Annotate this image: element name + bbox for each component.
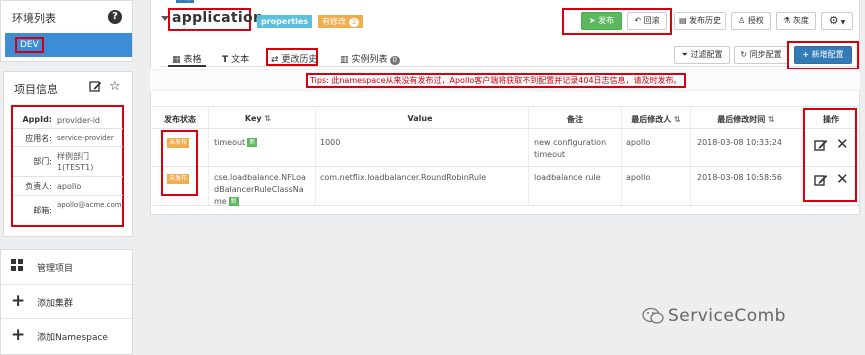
grid-icon	[11, 259, 24, 275]
history-icon: ▤	[678, 16, 687, 25]
gear-icon: ⚙	[828, 14, 839, 27]
add-namespace-item[interactable]: + 添加Namespace	[1, 318, 132, 352]
unpublished-badge: 未发布	[167, 174, 190, 184]
row-comment: loadbalance rule	[534, 173, 601, 182]
edit-icon[interactable]	[814, 173, 828, 190]
filter-config-button[interactable]: ⏷ 过滤配置	[674, 46, 730, 64]
swap-icon: ⇄	[271, 55, 279, 65]
delete-icon[interactable]: ✕	[836, 137, 849, 152]
side-menu-panel: 管理项目 + 添加集群 + 添加Namespace	[0, 249, 133, 355]
wechat-logo-icon	[642, 307, 664, 330]
owner-value: apollo	[57, 182, 82, 191]
env-list-title: 环境列表	[12, 12, 56, 25]
tab-instances[interactable]: ▥ 实例列表 0	[340, 52, 400, 65]
modified-badge-label: 有修改	[322, 17, 346, 26]
env-item-dev-label[interactable]: DEV	[15, 37, 44, 53]
app-name-value: service-provider	[57, 134, 114, 142]
th-key[interactable]: Key ⇅	[208, 114, 308, 123]
server-icon: ▥	[340, 55, 349, 65]
table-icon: ▦	[172, 55, 181, 65]
project-info-title: 项目信息	[14, 83, 58, 96]
row-key: cse.loadbalance.NFLoadBalancerRuleClassN…	[214, 173, 306, 206]
plus-icon: +	[802, 50, 810, 59]
row-value: 1000	[320, 138, 341, 147]
text-icon: T	[222, 55, 229, 65]
namespace-top-tag: 私有	[176, 0, 195, 3]
row-time: 2018-03-08 10:58:56	[697, 173, 782, 182]
namespace-title: application	[172, 10, 264, 26]
new-badge: 新	[228, 197, 239, 206]
th-modified-time[interactable]: 最后修改时间 ⇅	[692, 114, 800, 125]
plus-icon: +	[11, 291, 26, 311]
refresh-icon: ↻	[740, 50, 748, 59]
star-icon[interactable]: ☆	[109, 80, 121, 93]
th-value: Value	[407, 114, 433, 123]
watermark-text: ServiceComb	[668, 306, 786, 326]
email-label: 邮箱:	[33, 206, 52, 215]
row-modifier: apollo	[626, 173, 651, 182]
publish-button[interactable]: ➤ 发布	[581, 12, 622, 30]
owner-label: 负责人:	[25, 182, 52, 191]
row-modifier: apollo	[626, 138, 651, 147]
gray-release-button[interactable]: ⚗ 灰度	[776, 12, 816, 30]
row-value: com.netflix.loadbalancer.RoundRobinRule	[320, 173, 487, 182]
modified-count: 2	[349, 18, 360, 27]
edit-icon[interactable]	[814, 138, 828, 155]
app-name-label: 应用名:	[25, 134, 52, 143]
undo-icon: ↶	[634, 16, 642, 25]
active-tab-indicator	[168, 65, 206, 67]
rollback-button[interactable]: ↶ 回滚	[627, 12, 667, 30]
release-history-button[interactable]: ▤ 发布历史	[674, 12, 726, 30]
department-label: 部门:	[33, 157, 52, 166]
add-config-button[interactable]: + 新增配置	[794, 46, 852, 64]
tab-table[interactable]: ▦ 表格	[172, 52, 202, 65]
th-status: 发布状态	[164, 115, 196, 124]
user-icon: ♙	[738, 16, 746, 25]
settings-dropdown-button[interactable]: ⚙ ▼	[821, 12, 853, 30]
filter-icon: ⏷	[681, 50, 688, 59]
edit-icon[interactable]	[89, 80, 102, 93]
add-namespace-label: 添加Namespace	[37, 333, 108, 343]
appid-label: AppId:	[22, 115, 52, 124]
modified-badge: 有修改 2	[318, 15, 364, 28]
sync-config-button[interactable]: ↻ 同步配置	[734, 46, 788, 64]
send-icon: ➤	[588, 16, 596, 25]
sort-icon: ⇅	[674, 115, 681, 124]
department-value: 样例部门1(TEST1)	[57, 152, 94, 172]
caret-down-icon: ▼	[838, 19, 846, 26]
sort-icon: ⇅	[264, 114, 272, 123]
collapse-caret-icon[interactable]	[161, 16, 169, 21]
row-comment: new configuration timeout	[534, 138, 607, 159]
unpublished-badge: 未发布	[167, 138, 190, 148]
instances-count: 0	[389, 56, 400, 65]
plus-icon: +	[11, 325, 26, 345]
manage-project-label: 管理项目	[37, 264, 74, 274]
authorize-button[interactable]: ♙ 授权	[731, 12, 771, 30]
email-value: apollo@acme.com	[57, 201, 122, 209]
row-key: timeout 新	[214, 138, 258, 147]
appid-value: provider-id	[57, 116, 101, 125]
sort-icon: ⇅	[768, 115, 775, 124]
row-time: 2018-03-08 10:33:24	[697, 138, 782, 147]
add-cluster-item[interactable]: + 添加集群	[1, 284, 132, 318]
tab-change-history[interactable]: ⇄ 更改历史	[271, 52, 318, 65]
tab-text[interactable]: T 文本	[222, 52, 249, 65]
new-badge: 新	[247, 138, 258, 147]
th-operation: 操作	[823, 115, 839, 124]
delete-icon[interactable]: ✕	[836, 172, 849, 187]
add-cluster-label: 添加集群	[37, 299, 74, 309]
flask-icon: ⚗	[783, 16, 791, 25]
th-comment: 备注	[567, 115, 583, 124]
format-badge: properties	[257, 15, 313, 28]
unpublished-tips: Tips: 此namespace从来没有发布过，Apollo客户端将获取不到配置…	[306, 73, 686, 88]
manage-project-item[interactable]: 管理项目	[1, 250, 132, 284]
th-modifier[interactable]: 最后修改人 ⇅	[624, 114, 688, 125]
help-icon[interactable]: ?	[108, 10, 122, 24]
